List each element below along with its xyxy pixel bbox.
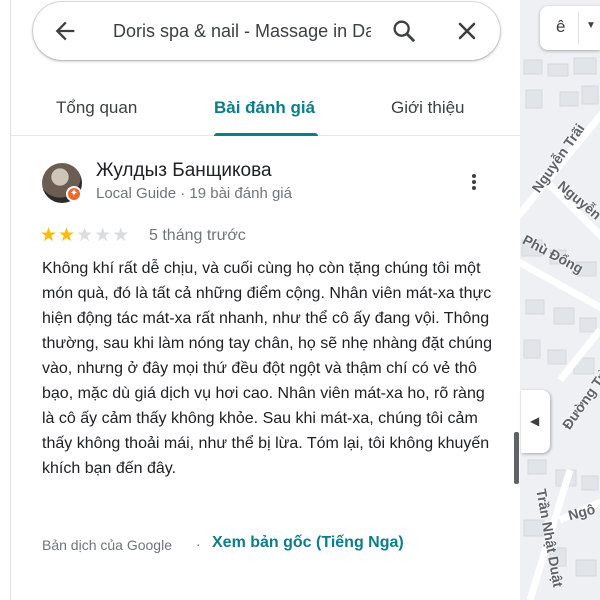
back-arrow-icon[interactable] <box>51 17 79 45</box>
layer-icon: ê <box>556 17 566 36</box>
star-empty-icon: ★ <box>76 225 94 246</box>
reviewer-meta[interactable]: Local Guide · 19 bài đánh giá <box>96 185 292 202</box>
scrollbar[interactable] <box>514 432 519 484</box>
review-text: Không khí rất dễ chịu, và cuối cùng họ c… <box>42 260 492 477</box>
star-filled-icon: ★ <box>40 225 58 246</box>
translation-note: Bản dịch của Google <box>42 537 172 553</box>
map-view[interactable]: Nguyễn Trãi Nguyễn Phù Đổng Đường Trầ Tr… <box>520 0 600 600</box>
review-date: 5 tháng trước <box>149 227 246 244</box>
reviewer-name[interactable]: Жулдыз Банщикова <box>96 160 272 182</box>
more-options-icon[interactable] <box>464 172 484 196</box>
tab-overview[interactable]: Tổng quan <box>56 98 137 118</box>
tab-bar: Tổng quan Bài đánh giá Giới thiệu <box>11 84 520 136</box>
local-guide-badge-icon: ✦ <box>66 186 82 202</box>
tab-about[interactable]: Giới thiệu <box>391 98 465 118</box>
star-rating: ★★★★★ <box>40 225 130 246</box>
tab-reviews[interactable]: Bài đánh giá <box>214 98 315 118</box>
star-empty-icon: ★ <box>112 225 130 246</box>
search-bar[interactable]: Doris spa & nail - Massage in Da Nang <box>33 2 500 60</box>
separator-dot: · <box>196 536 201 552</box>
search-input[interactable]: Doris spa & nail - Massage in Da Nang <box>113 21 371 42</box>
chevron-down-icon[interactable]: ▼ <box>586 20 596 31</box>
map-layer-button[interactable]: ê ▼ <box>540 6 600 50</box>
button-divider <box>578 12 579 44</box>
star-filled-icon: ★ <box>58 225 76 246</box>
view-original-link[interactable]: Xem bản gốc (Tiếng Nga) <box>212 534 404 552</box>
active-tab-indicator <box>214 133 318 136</box>
star-empty-icon: ★ <box>94 225 112 246</box>
side-panel: Doris spa & nail - Massage in Da Nang Tổ… <box>0 0 520 600</box>
close-icon[interactable] <box>453 17 481 45</box>
chevron-left-icon: ◀ <box>530 414 540 428</box>
search-icon[interactable] <box>390 17 418 45</box>
collapse-panel-button[interactable]: ◀ <box>521 390 550 453</box>
